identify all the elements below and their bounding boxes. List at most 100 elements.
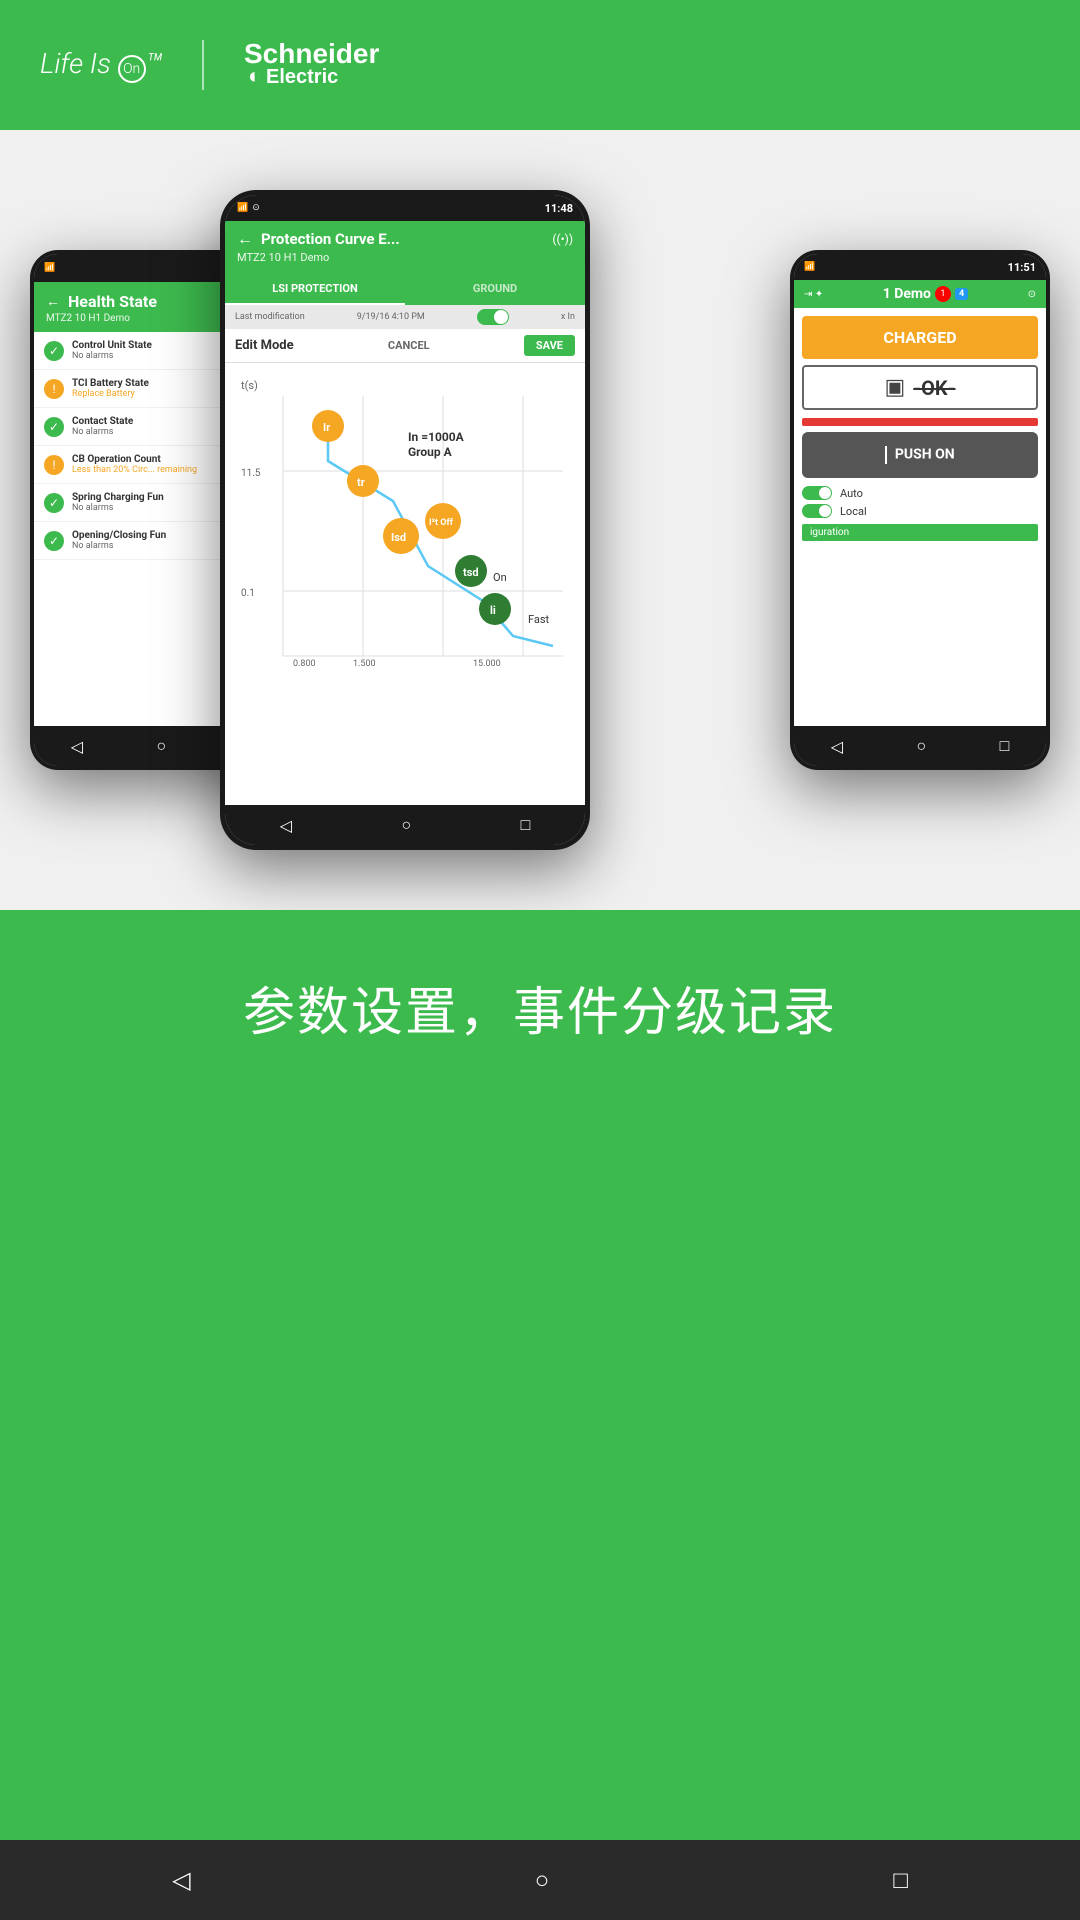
spring-sub: No alarms [72,503,164,513]
health-item-spring-text: Spring Charging Fun No alarms [72,492,164,513]
warn-icon-cb: ! [44,455,64,475]
auto-toggle[interactable] [802,486,832,500]
node-ir-label: Ir [323,421,330,434]
protection-chart: t(s) 11.5 0.1 0.800 1.500 15.000 [225,363,585,693]
y-axis-label: t(s) [241,379,258,392]
right-screen-header: ⇥ ✦ 1 Demo 1 4 ⊙ [794,280,1046,308]
center-back-row: ← Protection Curve E... ((•)) [237,229,573,249]
local-toggle-row: Local [802,502,1038,520]
push-on-button[interactable]: PUSH ON [802,432,1038,478]
ok-label: ‐OK‐ [913,376,955,400]
left-back-arrow[interactable]: ← [46,293,60,310]
ok-indicator: ▣ ‐OK‐ [802,365,1038,410]
right-content: CHARGED ▣ ‐OK‐ PUSH ON Auto [794,308,1046,549]
tab-lsi-protection[interactable]: LSI PROTECTION [225,274,405,305]
chart-svg: t(s) 11.5 0.1 0.800 1.500 15.000 [233,371,573,681]
right-back-nav[interactable]: ◁ [831,737,843,756]
right-header-row: ⇥ ✦ 1 Demo 1 4 ⊙ [804,286,1036,302]
health-item-cb-text: CB Operation Count Less than 20% Circ...… [72,454,197,475]
node-isd-label: Isd [391,531,406,544]
right-bt-icon: ⊙ [1028,289,1036,300]
chart-info-text: In =1000A [408,430,465,444]
center-back-arrow[interactable]: ← [237,229,253,249]
x-val-2: 1.500 [353,659,376,669]
right-phone: 📶 11:51 ⇥ ✦ 1 Demo 1 4 ⊙ CHARGED [790,250,1050,770]
spring-title: Spring Charging Fun [72,492,164,503]
center-bt-icon: ⊙ [252,203,260,213]
x-val-1: 0.800 [293,659,316,669]
battery-sub: Replace Battery [72,389,149,399]
android-recents[interactable]: □ [893,1866,908,1895]
save-button[interactable]: SAVE [524,335,575,356]
y-val-1: 11.5 [241,468,261,479]
config-bar[interactable]: iguration [802,524,1038,541]
wifi-icon: 📶 [44,263,55,273]
cb-ops-sub: Less than 20% Circ... remaining [72,465,197,475]
cancel-button[interactable]: CANCEL [388,339,430,352]
on-label: On [493,571,507,584]
center-screen-header: ← Protection Curve E... ((•)) MTZ2 10 H1… [225,221,585,274]
center-screen-title: Protection Curve E... [261,230,544,248]
toggle-label-x: x In [561,312,575,322]
cassette-symbol: ▣ [884,375,905,400]
edit-mode-bar: Edit Mode CANCEL SAVE [225,329,585,363]
right-status-icons: 📶 [804,262,815,272]
red-indicator [802,418,1038,426]
center-tabs: LSI PROTECTION GROUND [225,274,585,305]
check-icon-green: ✓ [44,341,64,361]
home-nav-icon[interactable]: ○ [156,736,166,756]
svg-text:Electric: Electric [266,66,338,88]
right-home-nav[interactable]: ○ [916,736,926,756]
chart-info-group: Group A [408,445,453,459]
main-caption: 参数设置，事件分级记录 [40,970,1040,1045]
android-back[interactable]: ◁ [172,1866,190,1894]
last-mod-value: 9/19/16 4:10 PM [357,312,425,322]
notification-badge: 1 [935,286,951,302]
bottom-section: 参数设置，事件分级记录 [0,910,1080,1085]
back-nav-icon[interactable]: ◁ [71,737,83,756]
health-item-opening-text: Opening/Closing Fun No alarms [72,530,166,551]
svg-text:◐: ◐ [248,63,261,88]
right-recents-nav[interactable]: □ [1000,736,1010,756]
charged-button[interactable]: CHARGED [802,316,1038,359]
health-item-contact-text: Contact State No alarms [72,416,133,437]
center-nav-bar: ◁ ○ □ [225,805,585,845]
contact-title: Contact State [72,416,133,427]
opening-title: Opening/Closing Fun [72,530,166,541]
edit-mode-label: Edit Mode [235,338,294,353]
auto-label: Auto [840,487,863,500]
center-recents-nav[interactable]: □ [521,815,531,835]
push-on-line [885,446,887,464]
modification-toggle[interactable] [477,309,509,325]
android-nav-bar: ◁ ○ □ [0,1840,1080,1920]
push-on-label: PUSH ON [895,447,955,463]
tab-ground[interactable]: GROUND [405,274,585,305]
life-is-on-text: Life Is On™ [40,47,162,83]
center-home-nav[interactable]: ○ [401,815,411,835]
right-status-time: 11:51 [1008,261,1036,274]
warn-icon-battery: ! [44,379,64,399]
node-tsd-label: tsd [463,566,479,579]
android-home[interactable]: ○ [535,1866,550,1895]
center-bt-status: ((•)) [552,232,573,246]
phones-showcase: 📶 11:48 ← Health State MTZ2 10 H1 Demo ✓… [0,130,1080,910]
contact-sub: No alarms [72,427,133,437]
node-tr-label: tr [357,476,365,489]
schneider-name: Schneider Electric ◐ [244,33,404,96]
right-phone-screen: 📶 11:51 ⇥ ✦ 1 Demo 1 4 ⊙ CHARGED [794,254,1046,766]
brand-logo: Life Is On™ Schneider Electric ◐ [40,33,404,96]
modification-bar: Last modification 9/19/16 4:10 PM x In [225,305,585,329]
node-li-label: li [490,604,496,617]
node-i2t-label: I²t Off [429,518,454,528]
check-icon-spring: ✓ [44,493,64,513]
local-toggle[interactable] [802,504,832,518]
left-screen-title: Health State [68,292,157,311]
center-phone: 📶 ⊙ 11:48 ← Protection Curve E... ((•)) … [220,190,590,850]
left-status-icons: 📶 [44,263,55,273]
center-status-time: 11:48 [545,202,573,215]
local-label: Local [840,505,867,518]
health-item-battery-text: TCI Battery State Replace Battery [72,378,149,399]
schneider-logo-svg: Schneider Electric ◐ [244,33,404,88]
center-back-nav[interactable]: ◁ [280,816,292,835]
x-val-3: 15.000 [473,659,501,669]
